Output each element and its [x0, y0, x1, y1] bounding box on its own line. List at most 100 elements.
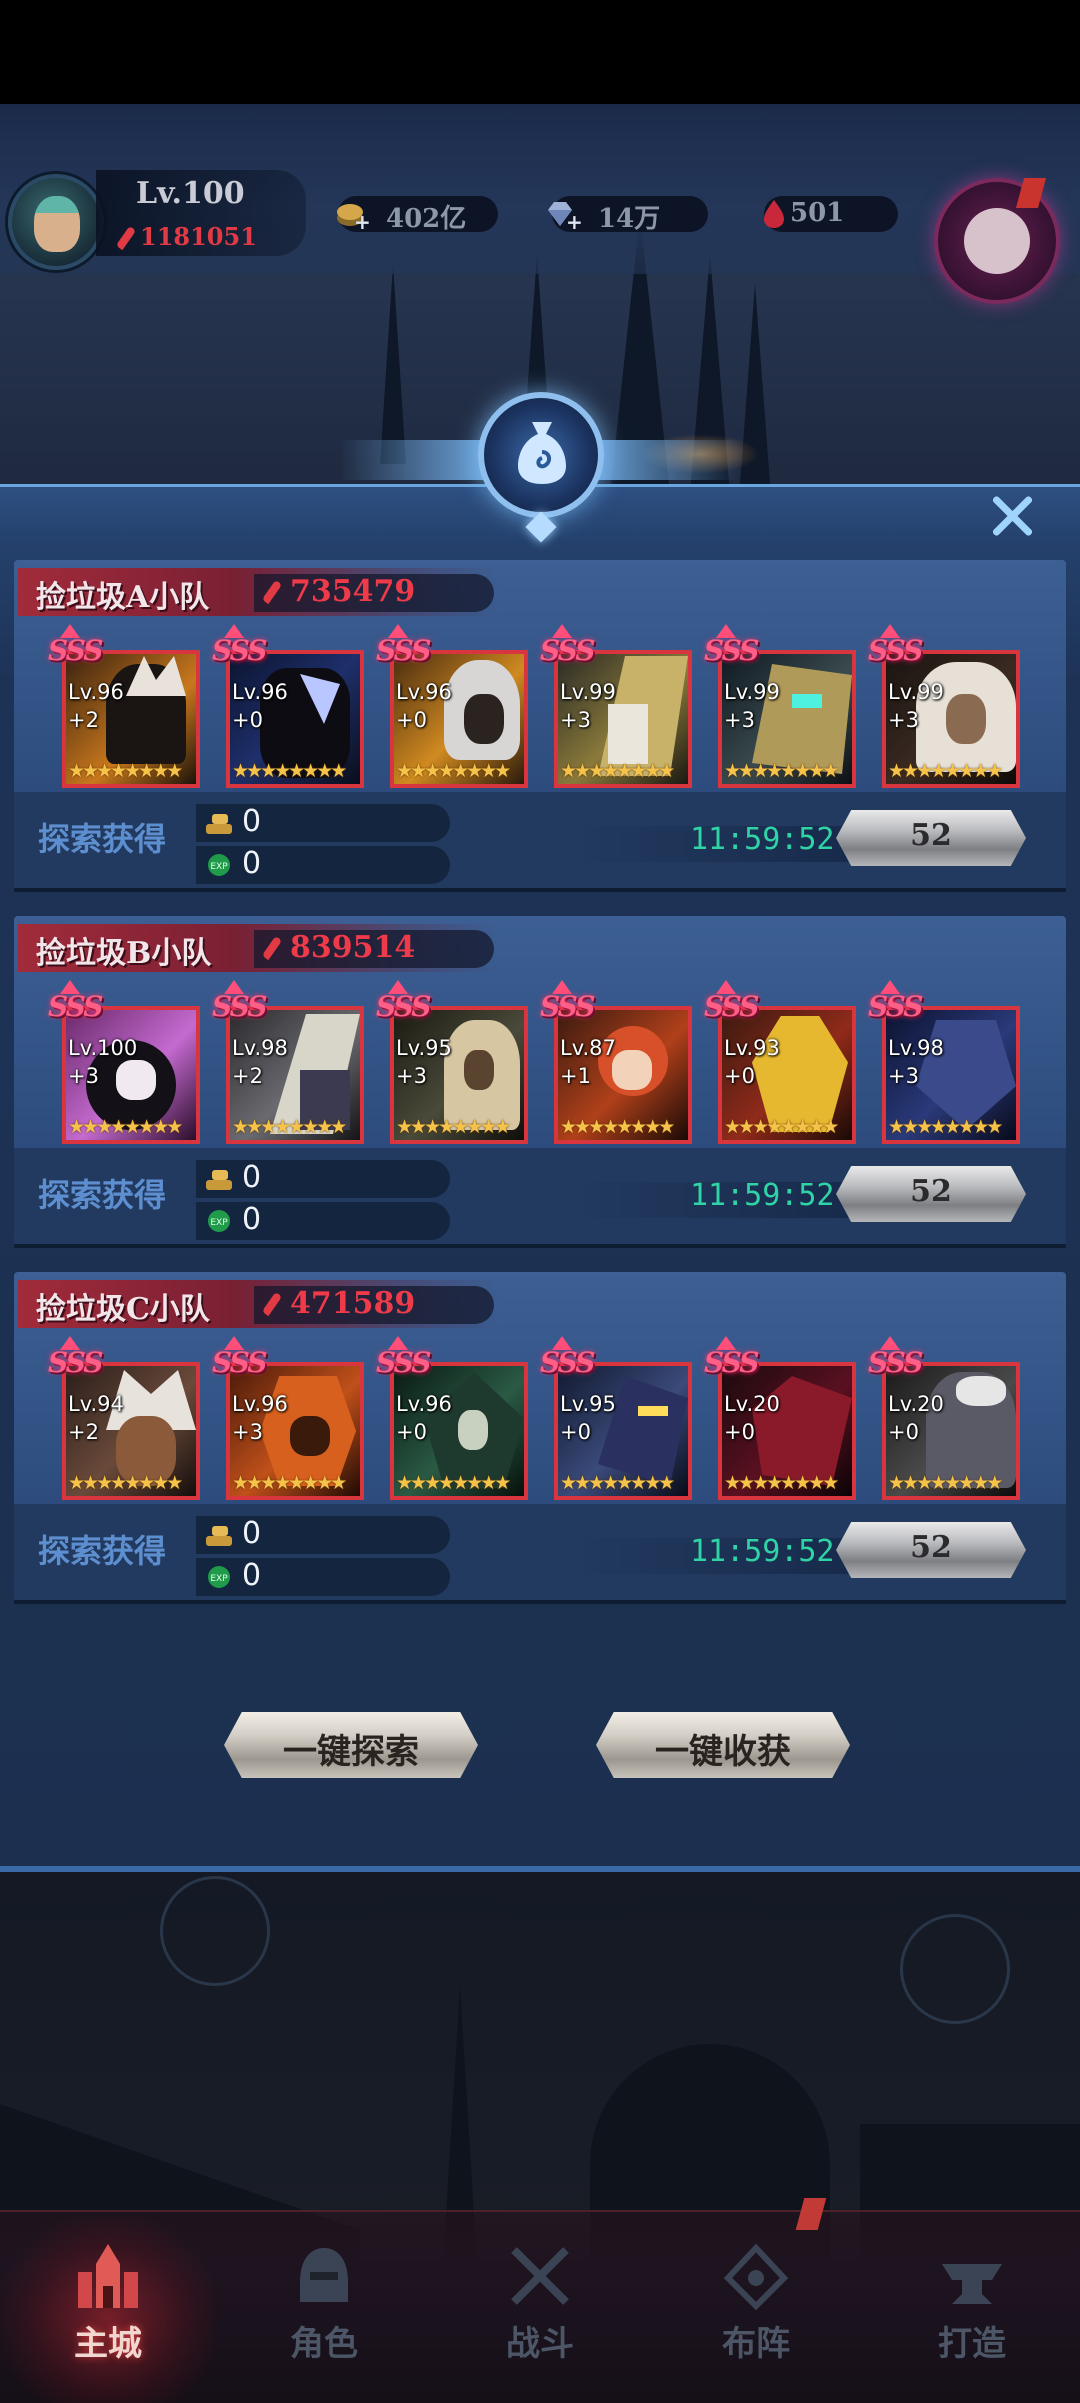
hero-plus: +1	[560, 1064, 591, 1088]
hero-stars: ★★★★★★★★	[396, 1472, 511, 1494]
nav-main-city[interactable]: 主城	[0, 2216, 216, 2403]
crest-wing-left	[340, 440, 490, 480]
hero-slot-2[interactable]: Lv.96 +3 ★★★★★★★★	[226, 1362, 364, 1500]
hero-plus: +3	[560, 708, 591, 732]
nav-forge[interactable]: 打造	[864, 2216, 1080, 2403]
team-power: 735479	[290, 574, 416, 609]
diamond-add-icon[interactable]: +	[566, 210, 583, 234]
hero-slot-3[interactable]: Lv.96 +0 ★★★★★★★★	[390, 1362, 528, 1500]
hero-rank: SSS	[868, 634, 923, 667]
hero-level: Lv.96	[232, 680, 288, 704]
player-avatar[interactable]	[8, 174, 104, 270]
hero-slot-4[interactable]: Lv.99 +3 ★★★★★★★★	[554, 650, 692, 788]
team-name: 捡垃圾B小队	[36, 936, 212, 971]
hero-stars: ★★★★★★★★	[560, 760, 675, 782]
hero-slot-1[interactable]: Lv.94 +2 ★★★★★★★★	[62, 1362, 200, 1500]
hero-rank: SSS	[212, 990, 267, 1023]
nav-label: 角色	[290, 2324, 358, 2364]
team-power: 471589	[290, 1286, 416, 1321]
hero-stars: ★★★★★★★★	[888, 1116, 1003, 1138]
hero-plus: +0	[396, 708, 427, 732]
exp-reward-row	[196, 1202, 450, 1240]
hero-slot-1[interactable]: Lv.96 +2 ★★★★★★★★	[62, 650, 200, 788]
hero-level: Lv.95	[396, 1036, 452, 1060]
hero-slot-6[interactable]: Lv.99 +3 ★★★★★★★★	[882, 650, 1020, 788]
hero-level: Lv.93	[724, 1036, 780, 1060]
hero-rank: SSS	[376, 990, 431, 1023]
explore-timer: 11:59:52	[690, 1178, 835, 1213]
explore-count-button[interactable]: 52	[836, 1166, 1026, 1222]
hero-slot-5[interactable]: Lv.99 +3 ★★★★★★★★	[718, 650, 856, 788]
explore-all-label: 一键探索	[283, 1732, 419, 1772]
hero-slot-2[interactable]: Lv.96 +0 ★★★★★★★★	[226, 650, 364, 788]
hero-level: Lv.87	[560, 1036, 616, 1060]
hero-slot-5[interactable]: Lv.20 +0 ★★★★★★★★	[718, 1362, 856, 1500]
hero-rank: SSS	[48, 634, 103, 667]
hero-rank: SSS	[868, 1346, 923, 1379]
reward-label: 探索获得	[38, 1532, 167, 1570]
gold-pile-icon	[206, 1170, 232, 1190]
gold-reward-row	[196, 1516, 450, 1554]
hero-rank: SSS	[704, 990, 759, 1023]
hero-slot-6[interactable]: Lv.20 +0 ★★★★★★★★	[882, 1362, 1020, 1500]
hero-stars: ★★★★★★★★	[396, 760, 511, 782]
hero-slot-6[interactable]: Lv.98 +3 ★★★★★★★★	[882, 1006, 1020, 1144]
hero-stars: ★★★★★★★★	[68, 1116, 183, 1138]
hero-plus: +0	[396, 1420, 427, 1444]
crossed-swords-icon	[511, 2247, 569, 2305]
player-level: Lv.100	[136, 176, 245, 211]
exp-orb-icon: EXP	[208, 1210, 230, 1232]
hero-rank: SSS	[540, 990, 595, 1023]
reward-label: 探索获得	[38, 1176, 167, 1214]
gold-reward-value: 0	[242, 1160, 262, 1195]
hero-plus: +2	[232, 1064, 263, 1088]
explore-count: 52	[910, 1174, 952, 1209]
hero-slot-5[interactable]: Lv.93 +0 ★★★★★★★★	[718, 1006, 856, 1144]
hero-level: Lv.96	[396, 1392, 452, 1416]
team-name: 捡垃圾C小队	[36, 1292, 210, 1327]
team-power: 839514	[290, 930, 416, 965]
explore-all-button[interactable]: 一键探索	[224, 1712, 478, 1778]
hero-plus: +0	[232, 708, 263, 732]
collect-all-button[interactable]: 一键收获	[596, 1712, 850, 1778]
hero-plus: +3	[232, 1420, 263, 1444]
formation-icon	[723, 2243, 789, 2311]
exp-reward-row	[196, 846, 450, 884]
hero-stars: ★★★★★★★★	[888, 760, 1003, 782]
hero-slot-3[interactable]: Lv.96 +0 ★★★★★★★★	[390, 650, 528, 788]
explore-count-button[interactable]: 52	[836, 810, 1026, 866]
hero-rank: SSS	[376, 1346, 431, 1379]
gold-add-icon[interactable]: +	[354, 210, 371, 234]
hero-rank: SSS	[540, 634, 595, 667]
gold-amount: 402亿	[386, 204, 467, 234]
nav-characters[interactable]: 角色	[216, 2216, 432, 2403]
hero-level: Lv.96	[396, 680, 452, 704]
nav-battle[interactable]: 战斗	[432, 2216, 648, 2403]
hero-slot-4[interactable]: Lv.87 +1 ★★★★★★★★	[554, 1006, 692, 1144]
nav-label: 战斗	[506, 2324, 574, 2364]
anvil-icon	[942, 2264, 1002, 2304]
hero-slot-2[interactable]: Lv.98 +2 ★★★★★★★★	[226, 1006, 364, 1144]
gold-pile-icon	[206, 1526, 232, 1546]
player-power: 1181051	[140, 222, 257, 251]
team-card-c: 捡垃圾C小队 471589 Lv.94 +2 ★★★★★★★★ Lv.96 +3…	[14, 1272, 1066, 1608]
explore-timer: 11:59:52	[690, 1534, 835, 1569]
hero-level: Lv.99	[724, 680, 780, 704]
explore-count-button[interactable]: 52	[836, 1522, 1026, 1578]
hero-plus: +3	[396, 1064, 427, 1088]
close-button[interactable]	[985, 488, 1041, 544]
hero-stars: ★★★★★★★★	[232, 1472, 347, 1494]
hero-level: Lv.95	[560, 1392, 616, 1416]
hero-stars: ★★★★★★★★	[560, 1116, 675, 1138]
hero-slot-1[interactable]: Lv.100 +3 ★★★★★★★★	[62, 1006, 200, 1144]
hero-level: Lv.98	[232, 1036, 288, 1060]
hero-stars: ★★★★★★★★	[396, 1116, 511, 1138]
team-card-a: 捡垃圾A小队 735479 Lv.96 +2 ★★★★★★★★ Lv.96 +0…	[14, 560, 1066, 896]
hero-slot-4[interactable]: Lv.95 +0 ★★★★★★★★	[554, 1362, 692, 1500]
hero-level: Lv.20	[888, 1392, 944, 1416]
nav-formation[interactable]: 布阵	[648, 2216, 864, 2403]
nav-label: 主城	[74, 2324, 142, 2364]
exp-reward-value: 0	[242, 846, 262, 881]
crest-wing-right	[590, 440, 740, 480]
hero-slot-3[interactable]: Lv.95 +3 ★★★★★★★★	[390, 1006, 528, 1144]
